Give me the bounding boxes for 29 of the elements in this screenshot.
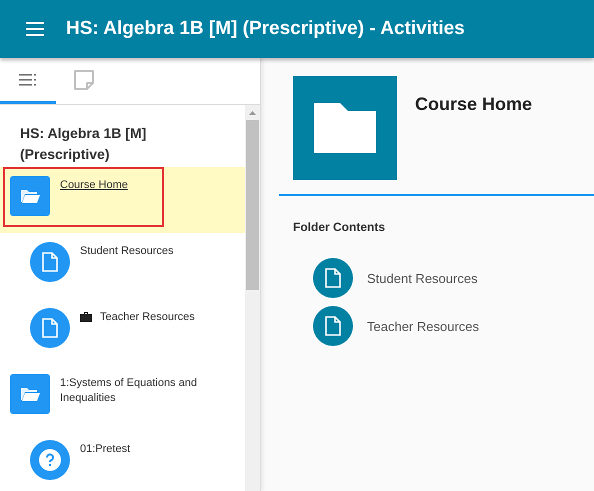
folder-icon [20,386,40,402]
item-label: 1:Systems of Equations and Inequalities [60,376,198,406]
folder-icon [20,188,40,204]
item-label: Course Home [60,178,129,193]
briefcase-icon [80,312,92,322]
document-icon [325,268,341,288]
content-link[interactable]: Teacher Resources [367,318,479,334]
document-icon [42,252,58,272]
tree-item[interactable]: Teacher Resources [0,299,245,365]
menu-icon[interactable] [26,22,44,36]
folder-icon [314,103,376,153]
document-icon [42,318,58,338]
list-icon [19,74,37,86]
content-title: Course Home [415,94,532,116]
scrollbar[interactable] [245,105,260,491]
content-link[interactable]: Student Resources [367,270,478,286]
note-icon [73,68,95,90]
item-label: Student Resources [80,244,175,259]
question-icon [39,449,61,471]
selected-tree-item[interactable]: Course Home [0,167,245,233]
item-label: 01:Pretest [80,442,132,457]
course-title: HS: Algebra 1B [M] (Prescriptive) [19,124,148,164]
tree-item[interactable]: Student Resources [0,233,245,299]
tree-item[interactable]: 1:Systems of Equations and Inequalities [0,365,245,431]
page-title: HS: Algebra 1B [M] (Prescriptive) - Activities [66,18,465,40]
document-icon [325,316,341,336]
section-heading: Folder Contents [293,220,386,234]
item-label: Teacher Resources [100,310,196,325]
tree-item[interactable]: 01:Pretest [0,431,245,491]
